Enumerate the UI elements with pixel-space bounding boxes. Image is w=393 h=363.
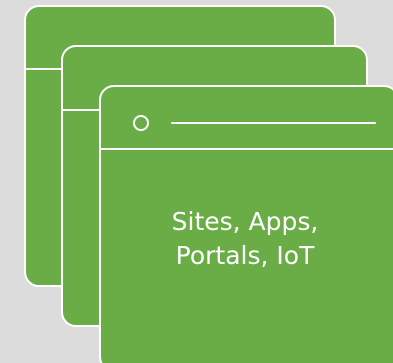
diagram-stage: Sites, Apps, Portals, IoT: [0, 0, 393, 363]
caption-line-1: Sites, Apps,: [171, 207, 319, 236]
front-window-caption: Sites, Apps, Portals, IoT: [100, 205, 390, 273]
window-stack: [24, 5, 393, 363]
caption-line-2: Portals, IoT: [175, 241, 315, 270]
